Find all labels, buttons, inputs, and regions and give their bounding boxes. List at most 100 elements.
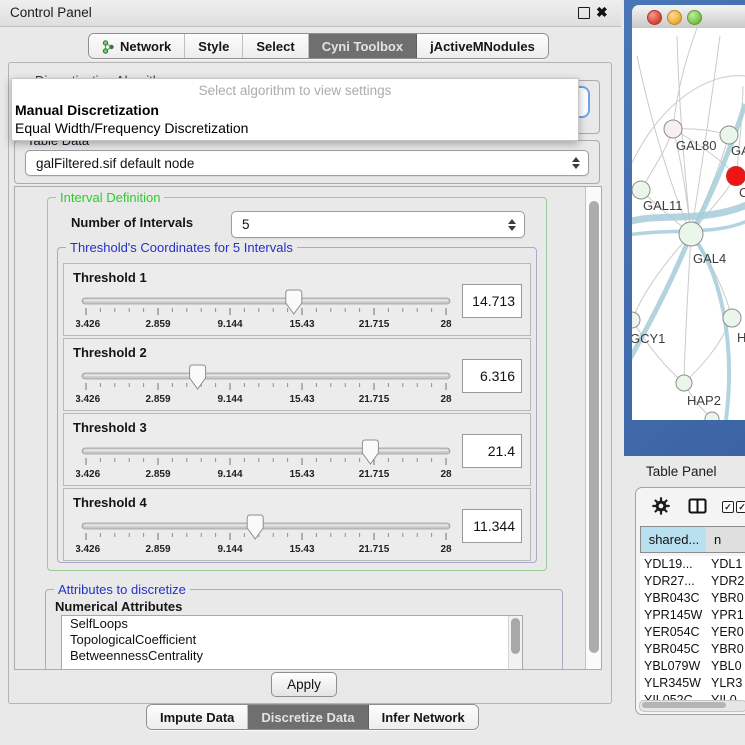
minimize-window-icon[interactable]: [667, 10, 682, 25]
slider-thumb[interactable]: [190, 365, 206, 389]
node-label: GAL80: [676, 138, 716, 153]
column-header-shared[interactable]: shared...: [640, 526, 708, 553]
table-row[interactable]: YLR345WYLR3: [640, 675, 745, 692]
tab-network[interactable]: Network: [89, 34, 185, 58]
svg-text:2.859: 2.859: [145, 394, 170, 405]
attributes-list-scrollbar[interactable]: [508, 616, 522, 670]
slider-thumb[interactable]: [362, 440, 378, 464]
column-header-label: n: [714, 532, 721, 547]
tab-impute-data[interactable]: Impute Data: [147, 705, 248, 729]
cell-name: YIL0: [711, 693, 737, 700]
network-node-hap2[interactable]: [676, 375, 692, 391]
network-node-c[interactable]: [727, 167, 745, 186]
slider-thumb[interactable]: [286, 290, 302, 314]
threshold-panel-4: Threshold 4-3.4262.8599.14415.4321.71528…: [63, 488, 531, 561]
svg-text:9.144: 9.144: [217, 544, 242, 555]
svg-text:28: 28: [440, 469, 452, 480]
numerical-attributes-list[interactable]: SelfLoopsTopologicalCoefficientBetweenne…: [61, 615, 523, 670]
close-window-icon[interactable]: [647, 10, 662, 25]
float-panel-icon[interactable]: [578, 7, 590, 19]
cell-name: YPR1: [711, 608, 744, 622]
bottom-tab-bar: Impute Data Discretize Data Infer Network: [146, 704, 479, 730]
tab-style[interactable]: Style: [185, 34, 243, 58]
threshold-value-field[interactable]: 14.713: [462, 284, 522, 318]
cell-shared-name: YER054C: [644, 625, 700, 639]
threshold-slider[interactable]: -3.4262.8599.14415.4321.71528: [76, 363, 462, 407]
network-node-gal4[interactable]: [679, 222, 703, 246]
cell-shared-name: YPR145W: [644, 608, 702, 622]
tab-discretize-data[interactable]: Discretize Data: [248, 705, 368, 729]
zoom-window-icon[interactable]: [687, 10, 702, 25]
table-row[interactable]: YDL19...YDL1: [640, 556, 745, 573]
tab-label: jActiveMNodules: [430, 39, 535, 54]
threshold-slider[interactable]: -3.4262.8599.14415.4321.71528: [76, 288, 462, 332]
table-row[interactable]: YPR145W YPR1: [640, 607, 745, 624]
table-data-combobox[interactable]: galFiltered.sif default node: [25, 150, 589, 176]
network-canvas[interactable]: GAL80GACGAL11GAL4GCY1HHAP2: [632, 28, 745, 420]
svg-text:15.43: 15.43: [289, 394, 314, 405]
tab-label: Cyni Toolbox: [322, 39, 403, 54]
node-label: GCY1: [632, 331, 665, 346]
apply-button[interactable]: Apply: [271, 672, 337, 697]
combo-stepper-icon: [572, 157, 580, 169]
network-node-gcy1[interactable]: [632, 312, 640, 328]
tab-infer-network[interactable]: Infer Network: [369, 705, 478, 729]
number-of-intervals-combobox[interactable]: 5: [231, 211, 525, 238]
svg-text:28: 28: [440, 544, 452, 555]
settings-vertical-scrollbar[interactable]: [585, 187, 602, 669]
algorithm-placeholder-option[interactable]: Select algorithm to view settings: [12, 83, 578, 98]
gear-icon[interactable]: [652, 497, 670, 520]
number-of-intervals-value: 5: [242, 217, 250, 232]
combo-stepper-icon: [508, 219, 516, 231]
svg-text:9.144: 9.144: [217, 469, 242, 480]
column-header-name[interactable]: n: [706, 526, 745, 553]
threshold-panel-1: Threshold 1-3.4262.8599.14415.4321.71528…: [63, 263, 531, 336]
svg-text:9.144: 9.144: [217, 319, 242, 330]
checkbox-icon[interactable]: ✓: [722, 501, 734, 513]
table-panel-title: Table Panel: [646, 464, 717, 479]
network-node-ga[interactable]: [720, 126, 738, 144]
network-node-h[interactable]: [723, 309, 741, 327]
table-row[interactable]: YDR27...YDR2: [640, 573, 745, 590]
svg-text:2.859: 2.859: [145, 319, 170, 330]
svg-text:-3.426: -3.426: [76, 394, 101, 405]
threshold-slider[interactable]: -3.4262.8599.14415.4321.71528: [76, 513, 462, 557]
table-horizontal-scrollbar[interactable]: [639, 700, 745, 712]
threshold-panel-3: Threshold 3-3.4262.8599.14415.4321.71528…: [63, 413, 531, 486]
svg-text:21.715: 21.715: [359, 394, 390, 405]
threshold-value-field[interactable]: 21.4: [462, 434, 522, 468]
svg-text:21.715: 21.715: [359, 319, 390, 330]
scrollbar-thumb[interactable]: [589, 201, 599, 653]
network-node-gal11[interactable]: [632, 181, 650, 199]
cell-name: YDL1: [711, 557, 742, 571]
network-node-gal80[interactable]: [664, 120, 682, 138]
attribute-item-betweennesscentrality[interactable]: BetweennessCentrality: [62, 648, 522, 664]
table-row[interactable]: YBL079WYBL0: [640, 658, 745, 675]
threshold-value-field[interactable]: 11.344: [462, 509, 522, 543]
attributes-group-title: Attributes to discretize: [54, 582, 190, 597]
threshold-value-field[interactable]: 6.316: [462, 359, 522, 393]
cell-name: YDR2: [711, 574, 744, 588]
scrollbar-thumb[interactable]: [642, 702, 726, 708]
table-row[interactable]: YBR043CYBR0: [640, 590, 745, 607]
algorithm-option-manual[interactable]: Manual Discretization: [15, 102, 159, 118]
tab-label: Discretize Data: [261, 710, 354, 725]
close-panel-icon[interactable]: ✖: [596, 4, 608, 21]
table-row[interactable]: YIL052CYIL0: [640, 692, 745, 700]
attribute-item-topologicalcoefficient[interactable]: TopologicalCoefficient: [62, 632, 522, 648]
tab-cyni-toolbox[interactable]: Cyni Toolbox: [309, 34, 417, 58]
table-row[interactable]: YBR045CYBR0: [640, 641, 745, 658]
tab-select[interactable]: Select: [243, 34, 308, 58]
node-label: HAP2: [687, 393, 721, 408]
tab-jactivemnodules[interactable]: jActiveMNodules: [417, 34, 548, 58]
table-row[interactable]: YER054CYER0: [640, 624, 745, 641]
algorithm-option-equal-width[interactable]: Equal Width/Frequency Discretization: [15, 120, 248, 136]
split-columns-icon[interactable]: [688, 498, 707, 519]
network-window-titlebar[interactable]: [632, 5, 745, 29]
network-view-window[interactable]: GAL80GACGAL11GAL4GCY1HHAP2: [624, 0, 745, 456]
cell-name: YBR0: [711, 591, 744, 605]
slider-thumb[interactable]: [247, 515, 263, 539]
attribute-item-selfloops[interactable]: SelfLoops: [62, 616, 522, 632]
checkbox-icon[interactable]: ✓: [736, 501, 745, 513]
threshold-slider[interactable]: -3.4262.8599.14415.4321.71528: [76, 438, 462, 482]
